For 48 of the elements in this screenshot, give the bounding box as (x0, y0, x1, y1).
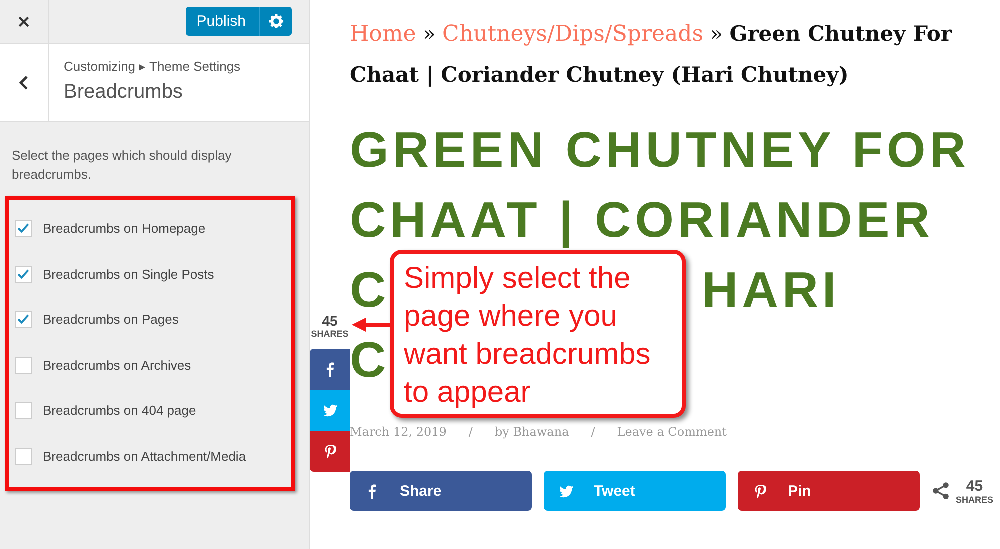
checkbox[interactable] (15, 266, 32, 283)
share-button[interactable]: Pin (738, 471, 920, 511)
option-label[interactable]: Breadcrumbs on Attachment/Media (43, 448, 246, 464)
share-button[interactable] (310, 431, 350, 472)
share-button[interactable]: Share (350, 471, 532, 511)
checkbox[interactable] (15, 402, 32, 420)
callout-text: want breadcrumbs (404, 337, 652, 373)
checkmark-icon (17, 268, 30, 281)
meta-separator: / (591, 425, 596, 439)
section-title: Breadcrumbs (64, 81, 184, 104)
post-author: by Bhawana (494, 425, 570, 439)
settings-button[interactable] (259, 7, 292, 36)
post-title: C (350, 265, 390, 315)
callout-text: to appear (404, 375, 532, 411)
share-icon (932, 482, 950, 500)
close-icon[interactable] (17, 14, 31, 28)
breadcrumb-context: Customizing ▸ Theme Settings (64, 59, 241, 74)
option-label[interactable]: Breadcrumbs on Homepage (43, 221, 206, 236)
option-label[interactable]: Breadcrumbs on Pages (43, 312, 179, 328)
breadcrumb-trail: Home » Chutneys/Dips/Spreads » Green Chutney For Chaat | Coriander Chutney (Hari Chutney) (350, 20, 954, 89)
option-label[interactable]: Breadcrumbs on Archives (43, 358, 192, 373)
share-count: 45 (965, 478, 984, 494)
post-title: GREEN CHUTNEY FOR (350, 125, 970, 175)
option-label[interactable]: Breadcrumbs on 404 page (43, 403, 196, 418)
shares-label: SHARES (310, 329, 350, 339)
checkbox[interactable] (15, 356, 32, 374)
post-title: HARI (702, 265, 840, 315)
checkmark-icon (17, 313, 30, 326)
share-count: 45 (321, 313, 339, 329)
callout-text: Simply select the (404, 261, 632, 297)
settings-icon[interactable] (268, 14, 284, 29)
pinterest-icon[interactable] (753, 484, 768, 498)
checkbox[interactable] (15, 220, 32, 238)
description-text: Select the pages which should display breadcrumbs. (12, 147, 233, 184)
meta-separator: / (468, 425, 473, 439)
pinterest-icon[interactable] (322, 444, 338, 459)
post-title: C (350, 335, 390, 385)
bird-icon[interactable] (559, 484, 574, 498)
checkbox[interactable] (15, 448, 32, 465)
share-button[interactable] (310, 349, 350, 390)
checkmark-icon (17, 222, 30, 236)
post-date: March 12, 2019 (350, 425, 447, 439)
publish-button[interactable]: Publish (186, 7, 259, 36)
callout-text: page where you (404, 299, 618, 335)
bird-icon[interactable] (322, 403, 338, 418)
checkbox[interactable] (15, 311, 32, 328)
shares-label: SHARES (956, 494, 994, 504)
option-label[interactable]: Breadcrumbs on Single Posts (43, 266, 214, 282)
